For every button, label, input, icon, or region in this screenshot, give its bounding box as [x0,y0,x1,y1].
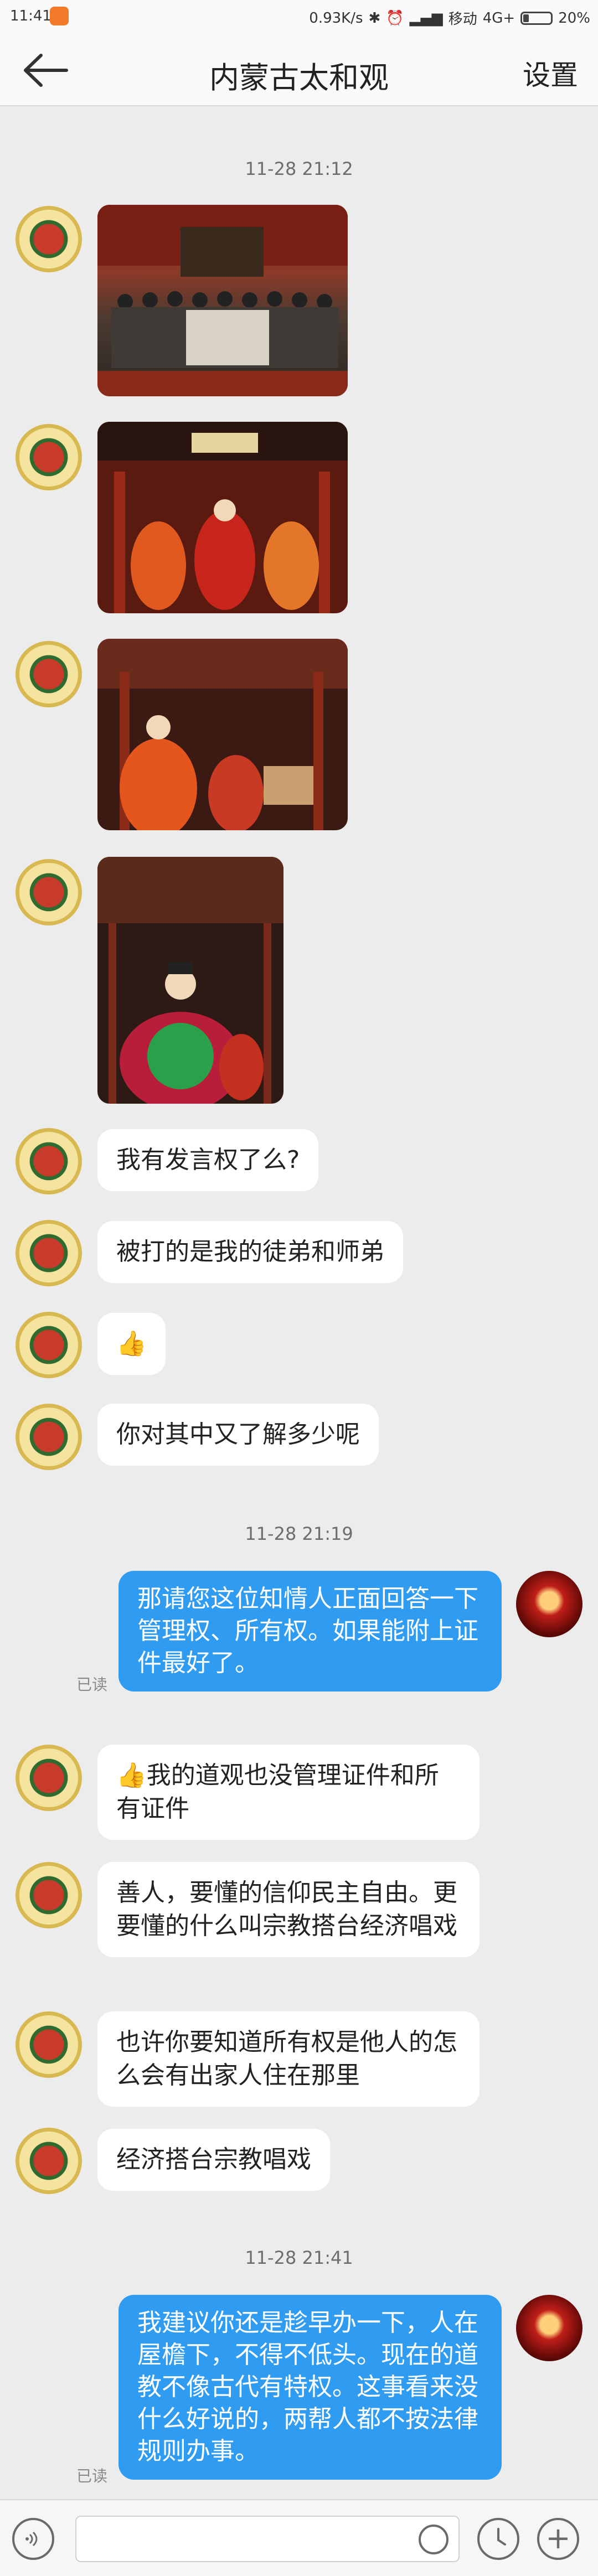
outgoing-message-bubble[interactable]: 我建议你还是趁早办一下，人在屋檐下，不得不低头。现在的道教不像古代有特权。这事看… [118,2295,502,2480]
ritual-photo-image [97,639,348,830]
plus-icon[interactable]: + [537,2518,579,2560]
photo-message[interactable] [97,857,283,1104]
message-bubble[interactable]: 👍 [97,1313,166,1375]
photo-message[interactable] [97,422,348,613]
status-bar: 11:41 0.93K/s ✱ ⏰ ▂▄▆ 移动 4G+ 20% [0,0,598,34]
avatar[interactable] [16,1404,82,1470]
photo-message[interactable] [97,639,348,830]
timestamp: 11-28 21:12 [245,158,353,179]
group-photo-image [97,205,348,396]
avatar[interactable] [16,641,82,707]
nav-bar: 内蒙古太和观 设置 [0,34,598,106]
message-bubble[interactable]: 经济搭台宗教唱戏 [97,2129,330,2191]
signal-icon: ▂▄▆ [409,9,443,27]
network-speed: 0.93K/s [309,9,363,27]
ceremony-photo-image [97,422,348,613]
avatar-self[interactable] [516,1571,582,1637]
carrier-label: 移动 [448,11,477,28]
avatar[interactable] [16,206,82,272]
notification-app-icon [50,7,69,25]
priest-photo-image [97,857,283,1104]
avatar[interactable] [16,1312,82,1378]
voice-icon[interactable] [12,2518,54,2560]
message-bubble[interactable]: 👍我的道观也没管理证件和所有证件 [97,1745,480,1840]
input-bar: + [0,2499,598,2576]
read-receipt: 已读 [76,2467,108,2485]
message-bubble[interactable]: 善人，要懂的信仰民主自由。更要懂的什么叫宗教搭台经济唱戏 [97,1862,480,1957]
avatar[interactable] [16,424,82,490]
avatar[interactable] [16,2128,82,2194]
avatar[interactable] [16,1862,82,1928]
battery-percent: 20% [558,9,590,27]
network-type: 4G+ [482,9,515,27]
timestamp: 11-28 21:41 [245,2247,353,2268]
alarm-icon: ⏰ [386,9,404,27]
read-receipt: 已读 [76,1675,108,1694]
outgoing-message-bubble[interactable]: 那请您这位知情人正面回答一下管理权、所有权。如果能附上证件最好了。 [118,1571,502,1692]
avatar[interactable] [16,1128,82,1194]
message-bubble[interactable]: 也许你要知道所有权是他人的怎么会有出家人住在那里 [97,2011,480,2107]
avatar[interactable] [16,1220,82,1286]
status-time: 11:41 [10,8,51,24]
message-bubble[interactable]: 你对其中又了解多少呢 [97,1404,379,1466]
message-bubble[interactable]: 我有发言权了么? [97,1129,319,1191]
avatar-self[interactable] [516,2295,582,2361]
photo-message[interactable] [97,205,348,396]
chat-title: 内蒙古太和观 [209,60,389,95]
bluetooth-icon: ✱ [368,9,381,27]
emoji-icon[interactable] [419,2525,448,2554]
settings-button[interactable]: 设置 [523,53,578,93]
avatar[interactable] [16,1745,82,1811]
clock-icon[interactable] [477,2518,519,2560]
avatar[interactable] [16,2011,82,2078]
timestamp: 11-28 21:19 [245,1523,353,1544]
battery-icon [520,11,553,25]
message-bubble[interactable]: 被打的是我的徒弟和师弟 [97,1221,403,1283]
message-input[interactable] [75,2516,460,2562]
avatar[interactable] [16,859,82,925]
